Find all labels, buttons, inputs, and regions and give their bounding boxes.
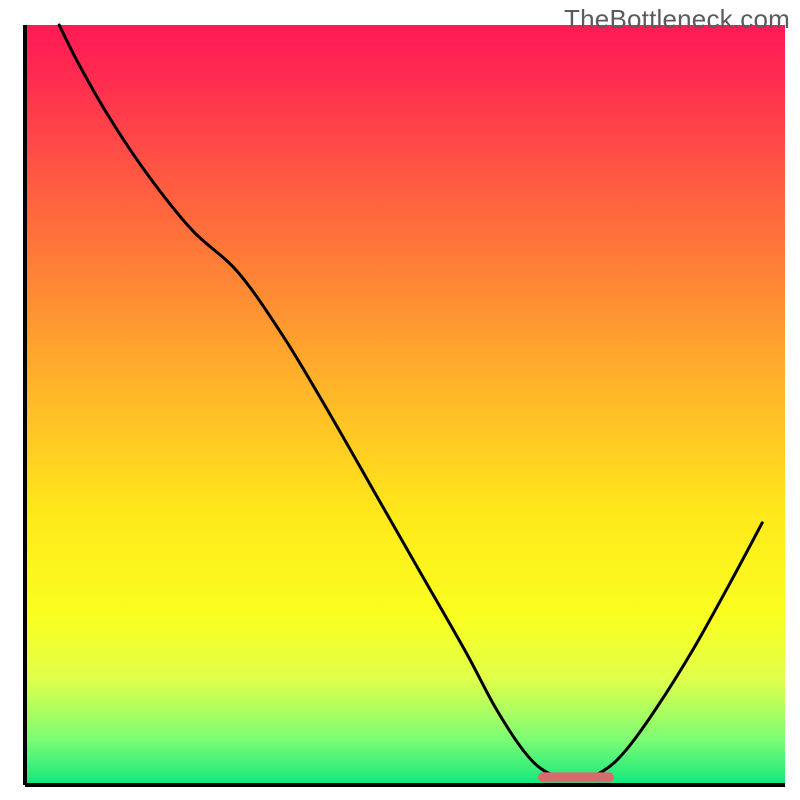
bottleneck-chart bbox=[0, 0, 800, 800]
watermark-text: TheBottleneck.com bbox=[564, 4, 790, 35]
optimal-marker bbox=[538, 772, 614, 782]
plot-background bbox=[25, 25, 785, 785]
plot-area bbox=[25, 25, 785, 785]
chart-container: TheBottleneck.com bbox=[0, 0, 800, 800]
